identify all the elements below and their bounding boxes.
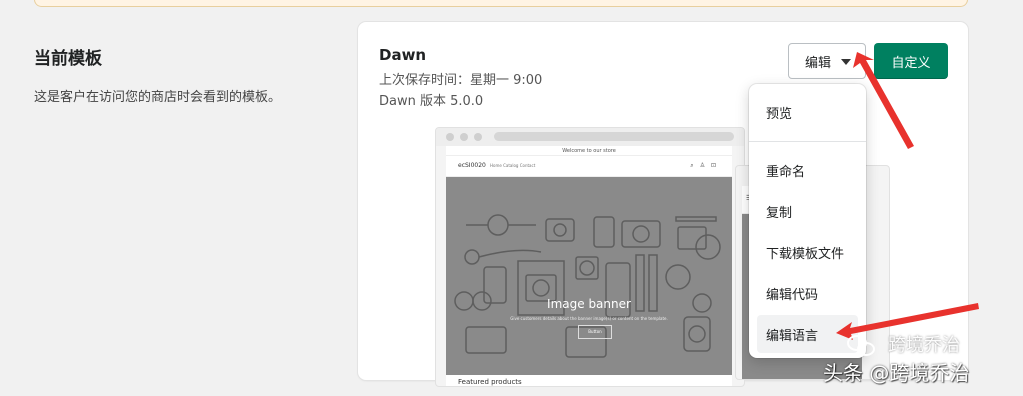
banner-button: Button bbox=[578, 325, 612, 339]
section-title: 当前模板 bbox=[34, 49, 102, 69]
window-dot-icon bbox=[460, 133, 468, 141]
menu-item-edit-code[interactable]: 编辑代码 bbox=[749, 274, 866, 312]
theme-name: Dawn bbox=[379, 46, 427, 64]
store-nav: Home Catalog Contact bbox=[490, 163, 536, 168]
banner-title: Image banner bbox=[547, 297, 631, 311]
menu-item-edit-languages[interactable]: 编辑语言 bbox=[757, 315, 858, 353]
edit-button-label: 编辑 bbox=[805, 55, 832, 71]
section-description: 这是客户在访问您的商店时会看到的模板。 bbox=[34, 90, 282, 105]
theme-last-saved: 上次保存时间：星期一 9:00 bbox=[379, 73, 543, 88]
notice-banner bbox=[34, 0, 968, 7]
url-bar bbox=[494, 132, 734, 141]
header-icons: ⌕♙⊡ bbox=[690, 162, 722, 169]
storefront-preview: Welcome to our store ecSI0020 Home Catal… bbox=[446, 146, 732, 386]
banner-illustration bbox=[454, 214, 721, 358]
store-header: ecSI0020 Home Catalog Contact ⌕♙⊡ bbox=[446, 156, 732, 177]
featured-products-heading: Featured products bbox=[458, 378, 522, 386]
window-dot-icon bbox=[474, 133, 482, 141]
window-dot-icon bbox=[446, 133, 454, 141]
store-logo: ecSI0020 bbox=[458, 162, 486, 169]
watermark-text: 跨境乔治 bbox=[888, 335, 960, 356]
menu-item-duplicate[interactable]: 复制 bbox=[749, 192, 866, 230]
edit-dropdown-button[interactable]: 编辑 bbox=[788, 43, 866, 79]
menu-item-rename[interactable]: 重命名 bbox=[749, 151, 866, 189]
announcement-bar: Welcome to our store bbox=[446, 146, 732, 156]
edit-dropdown-menu: 预览 重命名 复制 下载模板文件 编辑代码 编辑语言 bbox=[749, 84, 866, 358]
menu-item-download-theme[interactable]: 下载模板文件 bbox=[749, 233, 866, 271]
chat-bubble-icon bbox=[847, 335, 875, 356]
theme-version: Dawn 版本 5.0.0 bbox=[379, 94, 484, 109]
browser-bar bbox=[436, 128, 744, 146]
desktop-preview[interactable]: Welcome to our store ecSI0020 Home Catal… bbox=[435, 127, 745, 387]
menu-item-preview[interactable]: 预览 bbox=[749, 93, 866, 131]
customize-button[interactable]: 自定义 bbox=[874, 43, 948, 79]
caret-down-icon bbox=[841, 59, 851, 65]
watermark-handle: 头条 @跨境乔治 bbox=[823, 361, 970, 385]
banner-subtitle: Give customers details about the banner … bbox=[510, 316, 668, 321]
menu-divider bbox=[749, 141, 866, 142]
image-banner: Image banner Give customers details abou… bbox=[446, 177, 732, 375]
